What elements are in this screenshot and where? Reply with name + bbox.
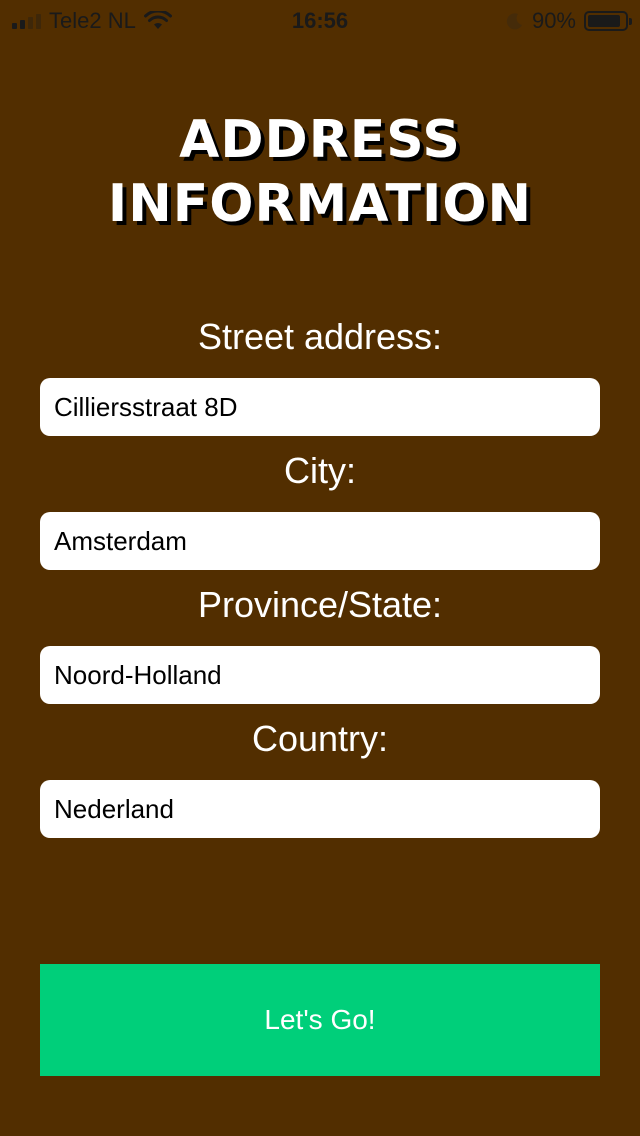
battery-percent: 90% [531,8,576,33]
lets-go-button[interactable]: Let's Go! [40,964,600,1076]
street-address-label: Street address: [197,316,443,357]
country-input[interactable] [40,780,600,838]
status-bar: Tele2 NL 16:56 90% [0,0,640,40]
moon-icon [506,13,522,30]
street-address-input[interactable] [40,378,600,436]
country-label: Country: [251,718,389,759]
province-state-label: Province/State: [197,584,443,625]
province-state-input[interactable] [40,646,600,704]
city-input[interactable] [40,512,600,570]
battery-fill [588,15,621,27]
city-label: City: [284,450,356,491]
address-form: Street address: City: Province/State: Co… [40,312,600,848]
battery-icon [584,11,632,31]
status-right: 90% [506,8,632,34]
page-title: ADDRESS INFORMATION [107,110,533,234]
